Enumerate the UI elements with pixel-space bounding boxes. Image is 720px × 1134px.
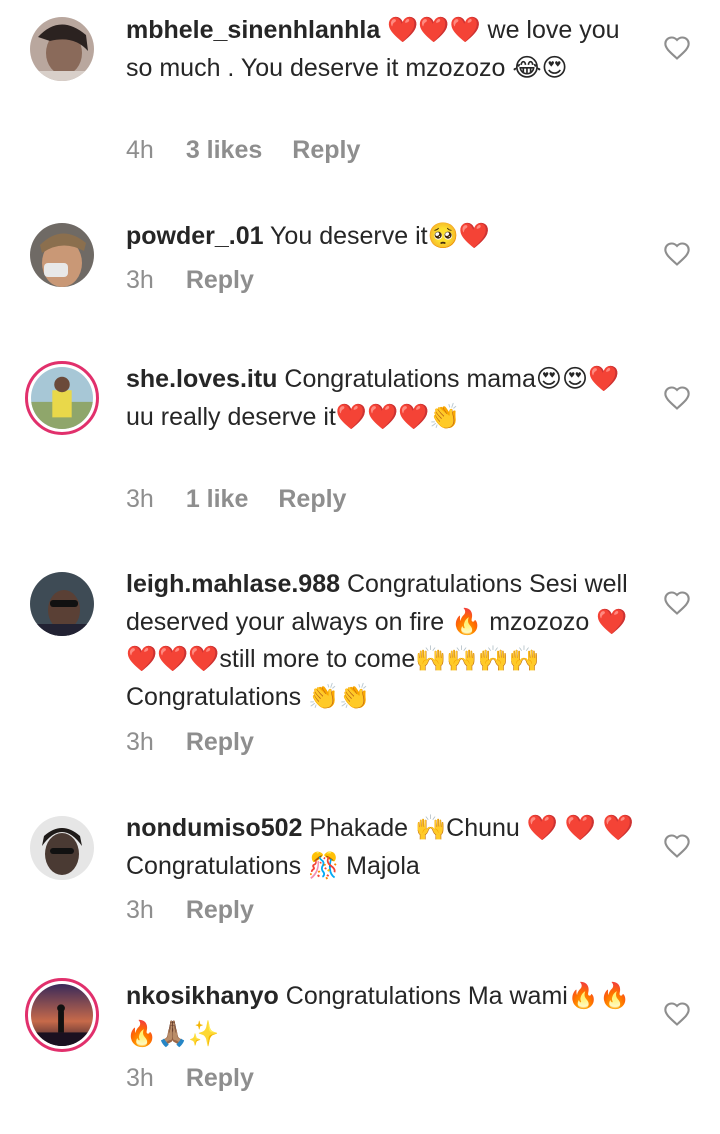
comment-time: 3h — [126, 896, 154, 924]
avatar[interactable] — [30, 17, 94, 81]
comment-text: nkosikhanyo Congratulations Ma wami🔥🔥🔥🙏🏽… — [126, 978, 636, 1053]
reply-button[interactable]: Reply — [292, 136, 360, 164]
comment-meta: 3h Reply — [126, 266, 284, 295]
heart-outline-icon[interactable] — [663, 34, 691, 62]
reply-button[interactable]: Reply — [278, 485, 346, 513]
comment-text: mbhele_sinenhlanhla ❤️❤️❤️ we love you s… — [126, 12, 636, 87]
heart-outline-icon[interactable] — [663, 1000, 691, 1028]
comment-meta: 4h 3 likes Reply — [126, 136, 390, 165]
comment-time: 3h — [126, 266, 154, 294]
comment-time: 3h — [126, 485, 154, 513]
reply-button[interactable]: Reply — [186, 1064, 254, 1092]
comment-meta: 3h Reply — [126, 1064, 284, 1093]
comment-text: leigh.mahlase.988 Congratulations Sesi w… — [126, 566, 636, 716]
avatar[interactable] — [30, 223, 94, 287]
comment-time: 4h — [126, 136, 154, 164]
comment-text: she.loves.itu Congratulations mama😍😍❤️ u… — [126, 361, 636, 436]
comment-username[interactable]: mbhele_sinenhlanhla — [126, 16, 380, 44]
comment-username[interactable]: powder_.01 — [126, 222, 264, 250]
likes-count[interactable]: 1 like — [186, 485, 249, 513]
comment-meta: 3h Reply — [126, 728, 284, 757]
avatar[interactable] — [25, 978, 99, 1052]
comment-username[interactable]: leigh.mahlase.988 — [126, 570, 340, 598]
comment-body: You deserve it🥺❤️ — [263, 222, 490, 250]
avatar[interactable] — [30, 816, 94, 880]
comment-text: nondumiso502 Phakade 🙌Chunu ❤️ ❤️ ❤️ Con… — [126, 810, 636, 885]
heart-outline-icon[interactable] — [663, 832, 691, 860]
comment-time: 3h — [126, 728, 154, 756]
comment-text: powder_.01 You deserve it🥺❤️ — [126, 218, 636, 256]
avatar[interactable] — [25, 361, 99, 435]
reply-button[interactable]: Reply — [186, 896, 254, 924]
comment-time: 3h — [126, 1064, 154, 1092]
heart-outline-icon[interactable] — [663, 384, 691, 412]
comment-username[interactable]: nkosikhanyo — [126, 982, 279, 1010]
avatar[interactable] — [30, 572, 94, 636]
comment-username[interactable]: nondumiso502 — [126, 814, 302, 842]
reply-button[interactable]: Reply — [186, 728, 254, 756]
comment-username[interactable]: she.loves.itu — [126, 365, 277, 393]
comment-meta: 3h Reply — [126, 896, 284, 925]
heart-outline-icon[interactable] — [663, 589, 691, 617]
reply-button[interactable]: Reply — [186, 266, 254, 294]
comment-meta: 3h 1 like Reply — [126, 485, 376, 514]
heart-outline-icon[interactable] — [663, 240, 691, 268]
likes-count[interactable]: 3 likes — [186, 136, 262, 164]
